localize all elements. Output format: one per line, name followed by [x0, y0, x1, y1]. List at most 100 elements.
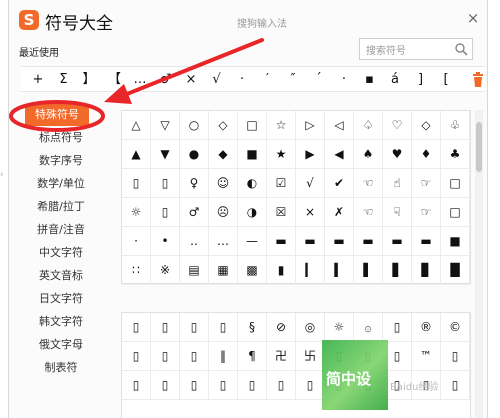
symbol-cell[interactable]: ◀	[325, 140, 354, 169]
symbol-cell[interactable]: ▬	[267, 227, 296, 256]
symbol-cell[interactable]: ☝	[383, 169, 412, 198]
recent-symbol[interactable]: Σ	[53, 67, 75, 93]
symbol-cell[interactable]: ▯	[441, 371, 470, 400]
symbol-cell[interactable]: ▯	[151, 342, 180, 371]
symbol-cell[interactable]: ·	[122, 227, 151, 256]
symbol-cell[interactable]: ♦	[412, 140, 441, 169]
symbol-cell[interactable]: ¶	[238, 342, 267, 371]
symbol-cell[interactable]: ☒	[267, 198, 296, 227]
symbol-cell[interactable]: ‖	[209, 342, 238, 371]
symbol-cell[interactable]: 卐	[296, 342, 325, 371]
symbol-cell[interactable]: ▦	[209, 256, 238, 285]
symbol-cell[interactable]: —	[238, 227, 267, 256]
recent-symbol[interactable]: ″	[282, 67, 304, 93]
symbol-cell[interactable]: ♧	[441, 111, 470, 140]
symbol-cell[interactable]: ◇	[209, 111, 238, 140]
symbol-cell[interactable]: ♥	[383, 140, 412, 169]
symbol-cell[interactable]: ▯	[267, 371, 296, 400]
symbol-cell[interactable]: ▯	[151, 313, 180, 342]
symbol-cell[interactable]: ⊘	[267, 313, 296, 342]
symbol-cell[interactable]: ▯	[209, 371, 238, 400]
symbol-cell[interactable]: ◆	[209, 140, 238, 169]
symbol-cell[interactable]: ▯	[441, 342, 470, 371]
recent-symbol[interactable]: ′	[257, 67, 279, 93]
symbol-cell[interactable]: □	[238, 111, 267, 140]
search-input[interactable]	[360, 41, 446, 62]
symbol-cell[interactable]: √	[296, 169, 325, 198]
symbol-cell[interactable]: ◑	[238, 198, 267, 227]
symbol-cell[interactable]: ■	[441, 227, 470, 256]
symbol-cell[interactable]: █	[441, 256, 470, 285]
recent-symbol[interactable]: 】	[78, 67, 100, 93]
recent-symbol[interactable]: ·	[333, 67, 355, 93]
recent-symbol[interactable]: +	[27, 67, 49, 93]
symbol-cell[interactable]: ▯	[209, 313, 238, 342]
symbol-cell[interactable]: ▯	[383, 313, 412, 342]
scrollbar[interactable]	[475, 110, 483, 418]
symbol-cell[interactable]: ▶	[296, 140, 325, 169]
sidebar-item[interactable]: 英文音标	[19, 265, 103, 287]
symbol-cell[interactable]: •	[151, 227, 180, 256]
symbol-cell[interactable]: ♡	[383, 111, 412, 140]
symbol-cell[interactable]: 卍	[267, 342, 296, 371]
symbol-cell[interactable]: ☼	[122, 198, 151, 227]
sidebar-item[interactable]: 拼音/注音	[19, 219, 103, 241]
symbol-cell[interactable]: ∷	[122, 256, 151, 285]
symbol-cell[interactable]: ▬	[296, 227, 325, 256]
symbol-cell[interactable]: ○	[180, 111, 209, 140]
symbol-cell[interactable]: ▼	[151, 140, 180, 169]
scroll-thumb[interactable]	[476, 122, 482, 172]
symbol-cell[interactable]: ▊	[412, 256, 441, 285]
symbol-cell[interactable]: ▯	[180, 371, 209, 400]
recent-symbol[interactable]: …	[129, 67, 151, 93]
recent-symbol[interactable]: ˊ	[308, 67, 330, 93]
sidebar-item[interactable]: 特殊符号	[25, 104, 89, 126]
symbol-cell[interactable]: ™	[412, 342, 441, 371]
recent-symbol[interactable]: á	[384, 67, 406, 93]
sidebar-item[interactable]: 数学/单位	[19, 173, 103, 195]
symbol-cell[interactable]: ☞	[412, 169, 441, 198]
symbol-cell[interactable]: ※	[151, 256, 180, 285]
recent-symbol[interactable]: ]	[410, 67, 432, 93]
symbol-cell[interactable]: ▮	[267, 256, 296, 285]
symbol-cell[interactable]: ◎	[296, 313, 325, 342]
symbol-cell[interactable]: ☺	[209, 169, 238, 198]
sidebar-item[interactable]: 制表符	[19, 357, 103, 379]
symbol-cell[interactable]: ★	[267, 140, 296, 169]
symbol-cell[interactable]: …	[209, 227, 238, 256]
symbol-cell[interactable]: ▲	[122, 140, 151, 169]
search-box[interactable]	[359, 38, 473, 62]
symbol-cell[interactable]: ♣	[441, 140, 470, 169]
symbol-cell[interactable]: ▽	[151, 111, 180, 140]
trash-icon[interactable]	[472, 72, 484, 87]
close-button[interactable]: ×	[465, 10, 481, 26]
sidebar-item[interactable]: 希腊/拉丁	[19, 196, 103, 218]
symbol-cell[interactable]: ▷	[296, 111, 325, 140]
sidebar-item[interactable]: 俄文字母	[19, 334, 103, 356]
symbol-cell[interactable]: ♀	[180, 169, 209, 198]
symbol-cell[interactable]: ☑	[267, 169, 296, 198]
symbol-cell[interactable]: □	[441, 198, 470, 227]
symbol-cell[interactable]: ☆	[267, 111, 296, 140]
symbol-cell[interactable]: ▌	[354, 256, 383, 285]
symbol-cell[interactable]: ▯	[122, 371, 151, 400]
symbol-cell[interactable]: ♂	[180, 198, 209, 227]
symbol-cell[interactable]: ▯	[151, 169, 180, 198]
symbol-cell[interactable]: ▬	[325, 227, 354, 256]
symbol-cell[interactable]: □	[441, 169, 470, 198]
symbol-cell[interactable]: ‥	[180, 227, 209, 256]
symbol-cell[interactable]: ▯	[296, 371, 325, 400]
recent-symbol[interactable]: ×	[180, 67, 202, 93]
recent-symbol[interactable]: ♂	[155, 67, 177, 93]
symbol-cell[interactable]: ▬	[383, 227, 412, 256]
symbol-cell[interactable]: ▍	[325, 256, 354, 285]
symbol-cell[interactable]: ☜	[354, 169, 383, 198]
recent-symbol[interactable]: 【	[104, 67, 126, 93]
symbol-cell[interactable]: △	[122, 111, 151, 140]
sidebar-item[interactable]: 数字序号	[19, 150, 103, 172]
symbol-cell[interactable]: ☟	[383, 198, 412, 227]
symbol-cell[interactable]: ☞	[412, 198, 441, 227]
symbol-cell[interactable]: ×	[296, 198, 325, 227]
sidebar-item[interactable]: 日文字符	[19, 288, 103, 310]
recent-symbol[interactable]: ·	[231, 67, 253, 93]
